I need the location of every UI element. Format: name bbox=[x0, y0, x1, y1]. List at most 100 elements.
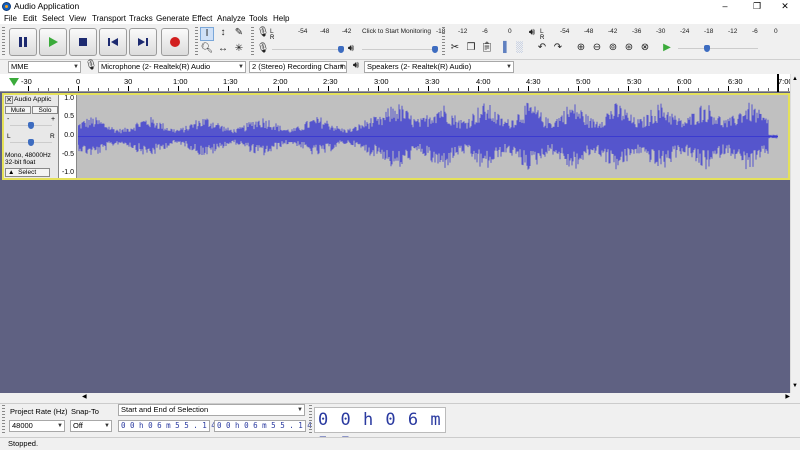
track-bit-depth: 32-bit float bbox=[5, 159, 36, 166]
record-button[interactable] bbox=[161, 28, 189, 56]
toolbar-grip[interactable] bbox=[309, 405, 312, 433]
skip-to-start-button[interactable] bbox=[99, 28, 127, 56]
fit-selection-icon[interactable]: ⊚ bbox=[606, 42, 620, 56]
toolbar-grip[interactable] bbox=[2, 27, 5, 57]
vertical-scrollbar[interactable]: ▲ ▼ bbox=[790, 74, 800, 393]
scroll-up-icon[interactable]: ▲ bbox=[792, 76, 798, 82]
audio-position-time[interactable]: 0 0 h 0 6 m 5 5 s bbox=[314, 407, 446, 450]
play-button[interactable] bbox=[39, 28, 67, 56]
timeline-ruler[interactable]: -30 0 30 1:00 1:30 2:00 2:30 3:00 3:30 4… bbox=[0, 74, 793, 92]
speaker-icon: 🔊︎ bbox=[352, 60, 360, 71]
snap-to-label: Snap-To bbox=[71, 407, 99, 416]
menu-effect[interactable]: Effect bbox=[192, 14, 212, 23]
menu-edit[interactable]: Edit bbox=[23, 14, 37, 23]
recording-device-select[interactable]: Microphone (2- Realtek(R) Audio ▼ bbox=[98, 61, 246, 73]
horizontal-scrollbar[interactable]: ◀ ▶ bbox=[82, 393, 790, 402]
close-track-icon[interactable]: ✕ bbox=[5, 96, 13, 104]
speaker-icon[interactable]: 🔊︎ bbox=[525, 27, 539, 41]
play-icon bbox=[49, 37, 58, 47]
zoom-toggle-icon[interactable]: ⊗ bbox=[638, 42, 652, 56]
solo-button[interactable]: Solo bbox=[32, 106, 58, 114]
undo-icon[interactable]: ↶ bbox=[535, 42, 549, 56]
ruler-label: 1:30 bbox=[223, 77, 238, 86]
project-rate-select[interactable]: 48000 ▼ bbox=[9, 420, 65, 432]
track-info: Mono, 48000Hz 32-bit float bbox=[5, 152, 51, 166]
click-to-start-monitoring: Click to Start Monitoring bbox=[362, 28, 431, 35]
playback-meter-scale[interactable]: L -54 -48 -42 -36 -30 -24 -18 -12 -6 0 bbox=[540, 28, 780, 40]
selection-tool-icon[interactable]: I bbox=[200, 27, 214, 41]
waveform[interactable] bbox=[78, 95, 778, 178]
scale-label: 1.0 bbox=[64, 95, 74, 102]
toolbar-grip[interactable] bbox=[251, 27, 254, 57]
toolbar-grip[interactable] bbox=[442, 27, 445, 57]
copy-icon[interactable]: ❐ bbox=[464, 42, 478, 56]
menu-select[interactable]: Select bbox=[42, 14, 64, 23]
redo-icon[interactable]: ↷ bbox=[551, 42, 565, 56]
ruler-label: 3:00 bbox=[374, 77, 389, 86]
menu-analyze[interactable]: Analyze bbox=[217, 14, 245, 23]
scroll-down-icon[interactable]: ▼ bbox=[792, 383, 798, 389]
playback-volume-slider[interactable] bbox=[362, 44, 438, 56]
ruler-label: 30 bbox=[124, 77, 133, 86]
track-name-menu[interactable]: Audio Applic bbox=[14, 96, 58, 103]
selection-end-time[interactable]: 0 0 h 0 6 m 5 5 . 1 4 7 s bbox=[214, 420, 330, 432]
app-icon bbox=[2, 2, 11, 11]
recording-channels-select[interactable]: 2 (Stereo) Recording Chann ▼ bbox=[249, 61, 347, 73]
menu-tools[interactable]: Tools bbox=[249, 14, 268, 23]
maximize-button[interactable]: ❐ bbox=[742, 0, 772, 13]
pan-slider[interactable] bbox=[10, 137, 52, 149]
zoom-out-icon[interactable]: ⊖ bbox=[590, 42, 604, 56]
microphone-icon[interactable]: 🎙︎ bbox=[256, 27, 270, 41]
menu-file[interactable]: File bbox=[4, 14, 17, 23]
device-toolbar: MME ▼ 🎙︎ Microphone (2- Realtek(R) Audio ▼… bbox=[0, 60, 800, 74]
fit-project-icon[interactable]: ⊛ bbox=[622, 42, 636, 56]
silence-icon[interactable]: ░ bbox=[512, 42, 526, 56]
toolbar-grip[interactable] bbox=[2, 405, 5, 433]
snap-to-select[interactable]: Off ▼ bbox=[70, 420, 112, 432]
select-track-button[interactable]: ▲ Select bbox=[5, 168, 50, 177]
vertical-scale[interactable]: 1.0 0.5 0.0 -0.5 -1.0 bbox=[59, 95, 77, 178]
minimize-button[interactable]: – bbox=[710, 0, 740, 13]
time-shift-tool-icon[interactable]: ↔ bbox=[216, 43, 230, 57]
selection-start-time[interactable]: 0 0 h 0 6 m 5 5 . 1 4 7 s bbox=[118, 420, 234, 432]
zoom-tool-icon[interactable]: 🔍︎ bbox=[200, 43, 214, 57]
scale-label: 0.5 bbox=[64, 113, 74, 120]
zoom-in-icon[interactable]: ⊕ bbox=[574, 42, 588, 56]
ruler-label: 0 bbox=[76, 77, 81, 86]
play-at-speed-slider[interactable] bbox=[678, 43, 758, 55]
close-button[interactable]: ✕ bbox=[770, 0, 800, 13]
menu-transport[interactable]: Transport bbox=[92, 14, 126, 23]
timeline-options-icon[interactable] bbox=[9, 77, 19, 87]
ruler-label: 2:00 bbox=[273, 77, 288, 86]
stop-button[interactable] bbox=[69, 28, 97, 56]
scroll-right-icon[interactable]: ▶ bbox=[785, 393, 790, 400]
speaker-volume-icon: 🔊︎ bbox=[347, 43, 355, 54]
cut-icon[interactable]: ✂ bbox=[448, 42, 462, 56]
recording-volume-slider[interactable] bbox=[272, 44, 344, 56]
meter-r-label: R bbox=[270, 35, 275, 41]
playback-device-select[interactable]: Speakers (2- Realtek(R) Audio) ▼ bbox=[364, 61, 514, 73]
collapse-icon[interactable]: ▲ bbox=[8, 169, 14, 176]
multi-tool-icon[interactable]: ✳ bbox=[232, 43, 246, 57]
scroll-left-icon[interactable]: ◀ bbox=[82, 393, 87, 400]
toolbar-grip[interactable] bbox=[195, 27, 198, 57]
envelope-tool-icon[interactable]: ↕ bbox=[216, 27, 230, 41]
record-meter-scale[interactable]: L -54 -48 -42 Click to Start Monitoring … bbox=[270, 28, 520, 40]
mute-button[interactable]: Mute bbox=[5, 106, 31, 114]
ruler-label: 4:30 bbox=[526, 77, 541, 86]
audio-host-select[interactable]: MME ▼ bbox=[8, 61, 81, 73]
play-at-speed-icon[interactable]: ▶ bbox=[660, 42, 674, 56]
trim-icon[interactable]: ▐ bbox=[496, 42, 510, 56]
gain-minus-label: - bbox=[7, 116, 10, 123]
menu-tracks[interactable]: Tracks bbox=[129, 14, 153, 23]
menu-help[interactable]: Help bbox=[273, 14, 289, 23]
selection-mode-select[interactable]: Start and End of Selection ▼ bbox=[118, 404, 305, 416]
skip-to-end-button[interactable] bbox=[129, 28, 157, 56]
draw-tool-icon[interactable]: ✎ bbox=[232, 27, 246, 41]
pause-button[interactable] bbox=[9, 28, 37, 56]
gain-slider[interactable] bbox=[10, 120, 52, 132]
menu-view[interactable]: View bbox=[69, 14, 86, 23]
paste-icon[interactable]: 📋︎ bbox=[480, 42, 494, 56]
menu-generate[interactable]: Generate bbox=[156, 14, 189, 23]
title-bar: Audio Application – ❐ ✕ bbox=[0, 0, 800, 13]
